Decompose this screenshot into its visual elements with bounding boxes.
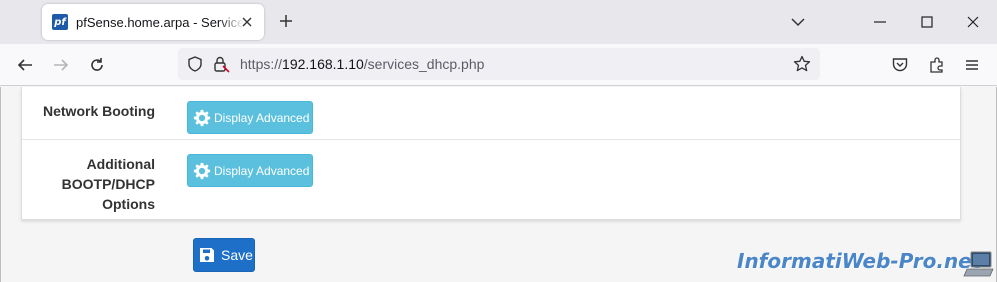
reload-icon[interactable]	[86, 54, 108, 76]
window-minimize-icon[interactable]	[870, 12, 890, 32]
gear-icon	[193, 109, 211, 126]
bookmark-star-icon[interactable]	[793, 55, 811, 73]
insecure-lock-icon[interactable]	[212, 55, 230, 73]
page-content: Network Booting Display Advanced Additio…	[0, 87, 997, 282]
form-row-network-booting: Network Booting Display Advanced	[22, 87, 960, 140]
forward-arrow-icon[interactable]	[50, 54, 72, 76]
tab-close-icon[interactable]	[238, 13, 256, 31]
browser-tab-active[interactable]: pf pfSense.home.arpa - Services: DHCP	[42, 4, 264, 40]
tracking-protection-shield-icon[interactable]	[186, 55, 204, 73]
save-button[interactable]: Save	[193, 238, 255, 272]
hamburger-menu-icon[interactable]	[961, 54, 983, 76]
gear-icon	[193, 162, 211, 179]
additional-bootp-dhcp-options-label: Additional BOOTP/DHCP Options	[61, 156, 155, 212]
pocket-icon[interactable]	[889, 54, 911, 76]
list-all-tabs-chevron-down-icon[interactable]	[788, 12, 808, 32]
dhcp-options-panel: Network Booting Display Advanced Additio…	[21, 87, 961, 220]
pfsense-favicon-icon: pf	[52, 14, 68, 30]
network-booting-display-advanced-button[interactable]: Display Advanced	[187, 101, 313, 134]
form-row-additional-bootp-dhcp-options: Additional BOOTP/DHCP Options Display Ad…	[22, 141, 960, 220]
floppy-disk-icon	[200, 248, 214, 262]
tab-title: pfSense.home.arpa - Services: DHCP	[76, 14, 244, 30]
window-close-icon[interactable]	[963, 12, 983, 32]
save-label: Save	[221, 247, 253, 263]
url-text[interactable]: https://192.168.1.10/services_dhcp.php	[240, 56, 484, 72]
additional-options-display-advanced-button[interactable]: Display Advanced	[187, 154, 313, 187]
address-bar[interactable]: https://192.168.1.10/services_dhcp.php	[178, 48, 820, 80]
window-maximize-icon[interactable]	[917, 12, 937, 32]
watermark-text: InformatiWeb-Pro.net	[737, 249, 982, 273]
display-advanced-label: Display Advanced	[214, 110, 310, 125]
tab-strip: pf pfSense.home.arpa - Services: DHCP	[0, 0, 997, 44]
navigation-toolbar: https://192.168.1.10/services_dhcp.php	[0, 44, 997, 86]
laptop-logo-icon	[963, 249, 995, 279]
display-advanced-label: Display Advanced	[214, 163, 310, 178]
new-tab-plus-icon[interactable]	[276, 10, 296, 32]
back-arrow-icon[interactable]	[14, 54, 36, 76]
network-booting-label: Network Booting	[43, 103, 155, 119]
extensions-puzzle-icon[interactable]	[926, 54, 948, 76]
